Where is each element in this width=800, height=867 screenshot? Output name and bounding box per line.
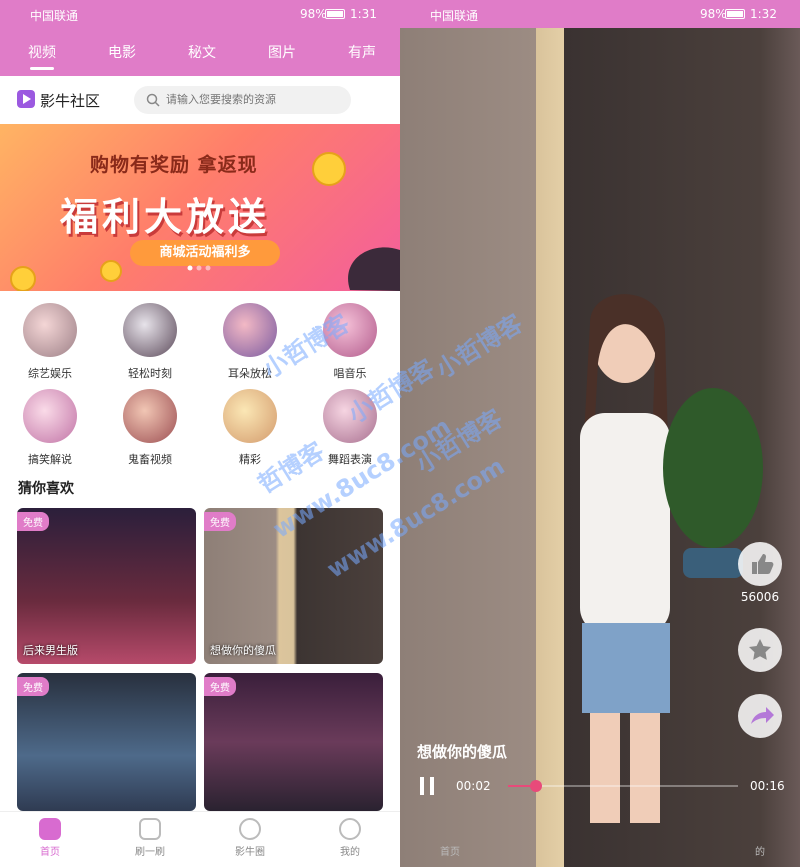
- star-icon: [749, 639, 771, 660]
- nav-profile[interactable]: 我的: [320, 818, 380, 858]
- search-row: 影牛社区: [0, 76, 400, 124]
- video-title: 想做你的傻瓜: [417, 743, 508, 761]
- nav-label: 影牛圈: [235, 847, 265, 858]
- share-icon: [751, 707, 774, 724]
- category-label: 综艺娱乐: [28, 367, 72, 380]
- battery-percent: 98%: [700, 7, 727, 21]
- bottom-nav: 首页 刷一刷 影牛圈 我的: [0, 811, 400, 867]
- category-item[interactable]: 搞笑解说: [5, 389, 95, 467]
- free-badge: 免费: [17, 677, 49, 696]
- play-icon: [39, 818, 61, 840]
- category-thumb: [223, 303, 277, 357]
- category-item[interactable]: 耳朵放松: [205, 303, 295, 381]
- coin-decoration: [312, 152, 346, 186]
- search-box[interactable]: [134, 86, 351, 114]
- like-button[interactable]: [738, 542, 782, 586]
- total-time: 00:16: [750, 779, 785, 793]
- bottom-nav: 首页 的: [400, 835, 800, 867]
- video-card[interactable]: 免费 后来男生版: [17, 508, 196, 664]
- category-item[interactable]: 舞蹈表演: [305, 389, 395, 467]
- free-badge: 免费: [17, 512, 49, 531]
- favorite-button[interactable]: [738, 628, 782, 672]
- battery-icon: [725, 9, 745, 19]
- swipe-icon: [139, 818, 161, 840]
- section-title: 猜你喜欢: [18, 481, 74, 497]
- carrier-label: 中国联通: [30, 9, 79, 23]
- nav-label: 刷一刷: [135, 847, 165, 858]
- nav-home-label[interactable]: 首页: [440, 843, 460, 858]
- coin-decoration: [100, 260, 122, 282]
- carousel-dots: [187, 265, 211, 271]
- user-icon: [339, 818, 361, 840]
- clock: 1:31: [350, 7, 377, 21]
- category-label: 耳朵放松: [228, 367, 272, 380]
- tab-text[interactable]: 秘文: [188, 42, 216, 62]
- status-bar: 中国联通 98% 1:32: [400, 0, 800, 28]
- search-icon: [146, 93, 160, 107]
- category-thumb: [23, 389, 77, 443]
- video-card[interactable]: 免费: [17, 673, 196, 811]
- category-item[interactable]: 鬼畜视频: [105, 389, 195, 467]
- tab-movie[interactable]: 电影: [108, 42, 136, 62]
- pause-button[interactable]: [420, 777, 434, 795]
- category-thumb: [323, 389, 377, 443]
- category-item[interactable]: 唱音乐: [305, 303, 395, 381]
- battery-icon: [325, 9, 345, 19]
- nav-label: 首页: [40, 847, 60, 858]
- home-screen: 中国联通 98% 1:31 视频 电影 秘文 图片 有声 影牛社区 购物有奖励 …: [0, 0, 400, 867]
- current-time: 00:02: [456, 779, 491, 793]
- category-label: 舞蹈表演: [328, 453, 372, 466]
- nav-swipe[interactable]: 刷一刷: [120, 818, 180, 858]
- clock: 1:32: [750, 7, 777, 21]
- category-tabs: 视频 电影 秘文 图片 有声: [0, 28, 400, 76]
- category-label: 搞笑解说: [28, 453, 72, 466]
- status-bar: 中国联通 98% 1:31: [0, 0, 400, 28]
- category-label: 精彩: [239, 453, 261, 466]
- nav-label: 我的: [340, 847, 360, 858]
- nav-home[interactable]: 首页: [20, 818, 80, 858]
- coin-decoration: [10, 266, 36, 291]
- video-card[interactable]: 免费 想做你的傻瓜: [204, 508, 383, 664]
- app-name: 影牛社区: [40, 92, 101, 110]
- category-thumb: [323, 303, 377, 357]
- banner-pill: 商城活动福利多: [130, 240, 280, 266]
- chat-icon: [239, 818, 261, 840]
- progress-bar[interactable]: [508, 780, 738, 792]
- category-label: 鬼畜视频: [128, 453, 172, 466]
- category-label: 轻松时刻: [128, 367, 172, 380]
- banner-title: 福利大放送: [60, 195, 271, 239]
- like-count: 56006: [740, 590, 780, 604]
- tab-image[interactable]: 图片: [268, 42, 296, 62]
- tab-video[interactable]: 视频: [28, 42, 56, 70]
- free-badge: 免费: [204, 512, 236, 531]
- tab-audio[interactable]: 有声: [348, 42, 376, 62]
- thumb-up-icon: [752, 554, 774, 574]
- progress-knob[interactable]: [529, 780, 542, 792]
- category-thumb: [23, 303, 77, 357]
- share-button[interactable]: [738, 694, 782, 738]
- playback-controls: 00:02 00:16: [400, 772, 800, 802]
- search-input[interactable]: [166, 90, 341, 110]
- free-badge: 免费: [204, 677, 236, 696]
- category-thumb: [123, 303, 177, 357]
- banner-subtitle: 购物有奖励 拿返现: [90, 154, 258, 176]
- nav-community[interactable]: 影牛圈: [220, 818, 280, 858]
- video-player-screen: 中国联通 98% 1:32 56006 想做你的傻瓜 00:02 00:16 首…: [400, 0, 800, 867]
- video-card-title: 后来男生版: [23, 644, 78, 657]
- category-item[interactable]: 精彩: [205, 389, 295, 467]
- promo-banner[interactable]: 购物有奖励 拿返现 福利大放送 商城活动福利多: [0, 124, 400, 291]
- hand-illustration: [348, 247, 400, 291]
- carrier-label: 中国联通: [430, 9, 479, 23]
- category-label: 唱音乐: [333, 367, 367, 380]
- category-item[interactable]: 轻松时刻: [105, 303, 195, 381]
- category-thumb: [223, 389, 277, 443]
- video-card-title: 想做你的傻瓜: [210, 644, 276, 657]
- nav-profile-label[interactable]: 的: [755, 843, 765, 858]
- video-card[interactable]: 免费: [204, 673, 383, 811]
- category-thumb: [123, 389, 177, 443]
- app-logo-icon: [17, 90, 35, 108]
- battery-percent: 98%: [300, 7, 327, 21]
- category-item[interactable]: 综艺娱乐: [5, 303, 95, 381]
